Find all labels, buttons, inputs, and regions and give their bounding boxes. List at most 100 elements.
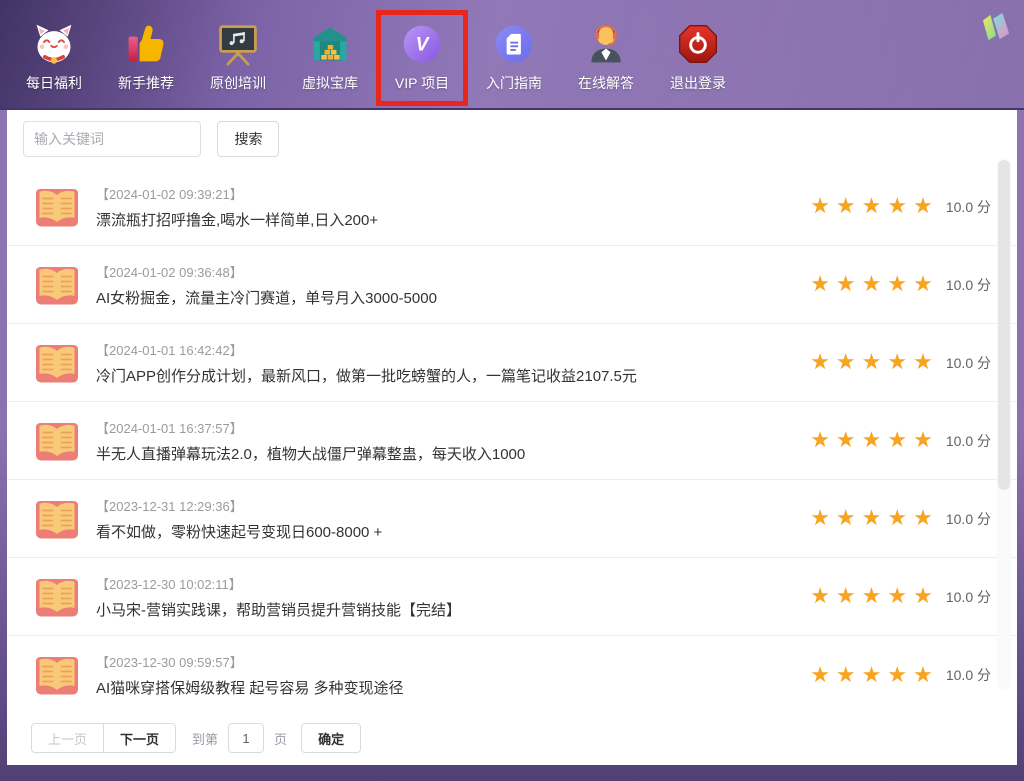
item-date: 【2024-01-01 16:37:57】 (96, 418, 525, 437)
star-icon: ★ (810, 662, 830, 687)
item-title[interactable]: 小马宋-营销实践课，帮助营销员提升营销技能【完结】 (96, 599, 461, 620)
search-button[interactable]: 搜索 (217, 121, 279, 157)
star-icon: ★ (887, 193, 907, 218)
star-icon: ★ (810, 271, 830, 296)
blackboard-icon (216, 22, 260, 66)
guide-icon (492, 22, 536, 66)
item-date: 【2024-01-02 09:39:21】 (96, 184, 378, 203)
star-icon: ★ (862, 349, 882, 374)
star-icon: ★ (862, 427, 882, 452)
star-icon: ★ (862, 662, 882, 687)
search-input[interactable] (23, 121, 201, 157)
item-score: 10.0 分 (946, 509, 991, 529)
logout-icon (676, 22, 720, 66)
star-icon: ★ (913, 505, 933, 530)
goto-page-label: 到第 (192, 729, 218, 748)
vip-icon: V (400, 22, 444, 66)
star-icon: ★ (810, 193, 830, 218)
svg-text:V: V (416, 34, 431, 55)
star-icon: ★ (862, 193, 882, 218)
list-item[interactable]: 【2024-01-02 09:39:21】 漂流瓶打招呼撸金,喝水一样简单,日入… (7, 168, 1017, 246)
star-icon: ★ (913, 193, 933, 218)
star-icon: ★ (887, 427, 907, 452)
nav-items: 每日福利 新手推荐 原创培训 虚拟宝库 V VIP 项目 入门指南 在线解答 退… (0, 0, 1024, 106)
book-icon (31, 341, 83, 385)
support-icon (584, 22, 628, 66)
page-suffix-label: 页 (274, 729, 287, 748)
brand-logo-icon (980, 13, 1012, 41)
prev-page-button[interactable]: 上一页 (31, 723, 104, 753)
star-icon: ★ (836, 193, 856, 218)
star-icon: ★ (836, 271, 856, 296)
item-title[interactable]: AI女粉掘金，流量主冷门赛道，单号月入3000-5000 (96, 287, 437, 308)
nav-item-blackboard[interactable]: 原创培训 (192, 10, 284, 106)
star-icon: ★ (836, 662, 856, 687)
scrollbar-track[interactable] (997, 158, 1011, 690)
nav-item-support[interactable]: 在线解答 (560, 10, 652, 106)
star-rating: ★★★★★ 10.0 分 (810, 351, 991, 374)
item-title[interactable]: 半无人直播弹幕玩法2.0，植物大战僵尸弹幕整蛊，每天收入1000 (96, 443, 525, 464)
star-icon: ★ (810, 427, 830, 452)
star-icon: ★ (887, 349, 907, 374)
star-icon: ★ (862, 505, 882, 530)
star-icon: ★ (836, 427, 856, 452)
item-title[interactable]: 漂流瓶打招呼撸金,喝水一样简单,日入200+ (96, 209, 378, 230)
star-icon: ★ (887, 505, 907, 530)
thumbs-up-icon (124, 22, 168, 66)
star-icon: ★ (862, 271, 882, 296)
next-page-button[interactable]: 下一页 (103, 723, 176, 753)
pagination: 上一页 下一页 到第 页 确定 (7, 714, 1017, 753)
nav-item-lucky-cat[interactable]: 每日福利 (8, 10, 100, 106)
list-item[interactable]: 【2023-12-30 09:59:57】 AI猫咪穿搭保姆级教程 起号容易 多… (7, 636, 1017, 714)
list-item[interactable]: 【2024-01-02 09:36:48】 AI女粉掘金，流量主冷门赛道，单号月… (7, 246, 1017, 324)
item-date: 【2024-01-02 09:36:48】 (96, 262, 437, 281)
item-title[interactable]: 冷门APP创作分成计划，最新风口，做第一批吃螃蟹的人，一篇笔记收益2107.5元 (96, 365, 637, 386)
confirm-page-button[interactable]: 确定 (301, 723, 361, 753)
star-rating: ★★★★★ 10.0 分 (810, 429, 991, 452)
item-score: 10.0 分 (946, 587, 991, 607)
book-icon (31, 575, 83, 619)
book-icon (31, 497, 83, 541)
book-icon (31, 653, 83, 697)
lucky-cat-icon (32, 22, 76, 66)
star-icon: ★ (810, 583, 830, 608)
nav-item-vip[interactable]: V VIP 项目 (376, 10, 468, 106)
star-icon: ★ (810, 505, 830, 530)
content-panel: 搜索 【2024-01-02 09:39:21】 漂流瓶打招呼撸金,喝水一样简单… (7, 110, 1017, 765)
item-title[interactable]: AI猫咪穿搭保姆级教程 起号容易 多种变现途径 (96, 677, 404, 698)
scrollbar-thumb[interactable] (998, 160, 1010, 490)
list-item[interactable]: 【2024-01-01 16:42:42】 冷门APP创作分成计划，最新风口，做… (7, 324, 1017, 402)
star-rating: ★★★★★ 10.0 分 (810, 195, 991, 218)
item-date: 【2024-01-01 16:42:42】 (96, 340, 637, 359)
search-bar: 搜索 (7, 110, 1017, 168)
star-icon: ★ (887, 583, 907, 608)
item-date: 【2023-12-30 09:59:57】 (96, 652, 404, 671)
list-item[interactable]: 【2023-12-31 12:29:36】 看不如做，零粉快速起号变现日600-… (7, 480, 1017, 558)
star-rating: ★★★★★ 10.0 分 (810, 585, 991, 608)
star-icon: ★ (862, 583, 882, 608)
list-item[interactable]: 【2023-12-30 10:02:11】 小马宋-营销实践课，帮助营销员提升营… (7, 558, 1017, 636)
item-date: 【2023-12-30 10:02:11】 (96, 574, 461, 593)
nav-item-thumbs-up[interactable]: 新手推荐 (100, 10, 192, 106)
list-item[interactable]: 【2024-01-01 16:37:57】 半无人直播弹幕玩法2.0，植物大战僵… (7, 402, 1017, 480)
nav-item-treasure[interactable]: 虚拟宝库 (284, 10, 376, 106)
star-icon: ★ (810, 349, 830, 374)
item-title[interactable]: 看不如做，零粉快速起号变现日600-8000 + (96, 521, 382, 542)
page: 每日福利 新手推荐 原创培训 虚拟宝库 V VIP 项目 入门指南 在线解答 退… (0, 0, 1024, 110)
star-rating: ★★★★★ 10.0 分 (810, 507, 991, 530)
nav-item-guide[interactable]: 入门指南 (468, 10, 560, 106)
star-icon: ★ (913, 662, 933, 687)
nav-item-logout[interactable]: 退出登录 (652, 10, 744, 106)
star-icon: ★ (913, 583, 933, 608)
top-nav-bar: 每日福利 新手推荐 原创培训 虚拟宝库 V VIP 项目 入门指南 在线解答 退… (0, 0, 1024, 110)
item-score: 10.0 分 (946, 197, 991, 217)
star-icon: ★ (836, 505, 856, 530)
item-score: 10.0 分 (946, 275, 991, 295)
item-date: 【2023-12-31 12:29:36】 (96, 496, 382, 515)
book-icon (31, 185, 83, 229)
book-icon (31, 263, 83, 307)
star-rating: ★★★★★ 10.0 分 (810, 273, 991, 296)
page-number-input[interactable] (228, 723, 264, 753)
treasure-icon (308, 22, 352, 66)
star-icon: ★ (887, 662, 907, 687)
